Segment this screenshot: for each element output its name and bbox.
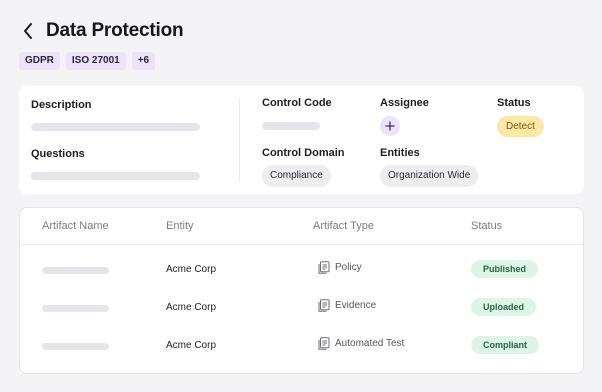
- column-header-artifact-name[interactable]: Artifact Name: [42, 220, 109, 232]
- document-icon: [318, 299, 330, 312]
- control-domain-label: Control Domain: [262, 147, 345, 159]
- status-label: Status: [497, 97, 531, 109]
- document-icon: [318, 261, 330, 274]
- entities-chip: Organization Wide: [380, 165, 479, 187]
- framework-tags: GDPR ISO 27001 +6: [19, 52, 156, 70]
- artifact-name-placeholder: [42, 267, 109, 274]
- column-header-status[interactable]: Status: [471, 220, 502, 232]
- tag-more[interactable]: +6: [131, 52, 156, 70]
- table-header-divider: [20, 244, 583, 245]
- artifact-name-placeholder: [42, 305, 109, 312]
- artifact-type-label: Policy: [335, 262, 362, 273]
- column-header-artifact-type[interactable]: Artifact Type: [313, 220, 374, 232]
- control-code-placeholder: [262, 122, 320, 130]
- status-badge: Published: [471, 260, 539, 278]
- entity-cell: Acme Corp: [166, 264, 217, 275]
- add-assignee-button[interactable]: [380, 116, 400, 136]
- page-header: Data Protection: [22, 18, 184, 44]
- questions-label: Questions: [31, 148, 85, 160]
- control-domain-chip: Compliance: [262, 165, 331, 187]
- description-placeholder: [31, 123, 200, 131]
- details-divider: [239, 98, 240, 182]
- control-code-label: Control Code: [262, 97, 332, 109]
- artifact-type-label: Evidence: [335, 300, 377, 311]
- status-badge: Uploaded: [471, 298, 537, 316]
- tag-gdpr[interactable]: GDPR: [19, 52, 60, 70]
- entity-cell: Acme Corp: [166, 302, 217, 313]
- artifacts-table: Artifact Name Entity Artifact Type Statu…: [19, 207, 584, 374]
- artifact-type-cell: Policy: [318, 261, 362, 274]
- description-label: Description: [31, 99, 92, 111]
- status-badge: Detect: [497, 116, 544, 137]
- chevron-left-icon: [24, 23, 32, 39]
- questions-placeholder: [31, 172, 200, 180]
- artifact-name-placeholder: [42, 343, 109, 350]
- back-button[interactable]: [22, 19, 38, 43]
- table-row[interactable]: Acme Corp Policy Published: [20, 256, 583, 286]
- artifact-type-cell: Evidence: [318, 299, 376, 312]
- control-details-card: Description Questions Control Code Assig…: [19, 86, 584, 194]
- plus-icon: [385, 121, 395, 131]
- column-header-entity[interactable]: Entity: [166, 220, 194, 232]
- table-row[interactable]: Acme Corp Evidence Uploaded: [20, 294, 583, 324]
- tag-iso-27001[interactable]: ISO 27001: [65, 52, 126, 70]
- document-icon: [318, 337, 330, 350]
- table-row[interactable]: Acme Corp Automated Test Compliant: [20, 332, 583, 362]
- entities-label: Entities: [380, 147, 420, 159]
- status-badge: Compliant: [471, 336, 539, 354]
- artifact-type-cell: Automated Test: [318, 337, 404, 350]
- page-title: Data Protection: [46, 20, 184, 41]
- entity-cell: Acme Corp: [166, 340, 217, 351]
- artifact-type-label: Automated Test: [335, 338, 405, 349]
- assignee-label: Assignee: [380, 97, 429, 109]
